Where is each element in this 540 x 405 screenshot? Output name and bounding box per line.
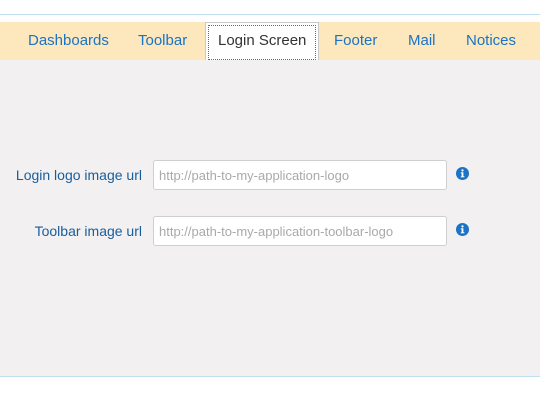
tab-notices[interactable]: Notices: [466, 22, 516, 60]
tab-mail[interactable]: Mail: [408, 22, 436, 60]
info-icon[interactable]: [456, 167, 469, 180]
info-icon[interactable]: [456, 223, 469, 236]
bottom-divider: [0, 376, 540, 377]
toolbar-logo-label: Toolbar image url: [34, 223, 142, 239]
top-divider: [0, 14, 540, 15]
login-logo-label: Login logo image url: [15, 167, 142, 183]
login-screen-panel: Login logo image url Toolbar image url: [0, 60, 540, 376]
login-logo-url-input[interactable]: [153, 160, 447, 190]
tab-dashboards[interactable]: Dashboards: [28, 22, 109, 60]
login-logo-row: Login logo image url: [0, 160, 540, 190]
settings-tab-bar: Dashboards Toolbar Login Screen Footer M…: [0, 22, 540, 61]
tab-login-screen[interactable]: Login Screen: [205, 22, 320, 61]
settings-page: Dashboards Toolbar Login Screen Footer M…: [0, 0, 540, 405]
tab-footer[interactable]: Footer: [334, 22, 377, 60]
tab-toolbar[interactable]: Toolbar: [138, 22, 187, 60]
toolbar-logo-url-input[interactable]: [153, 216, 447, 246]
toolbar-logo-row: Toolbar image url: [0, 216, 540, 246]
